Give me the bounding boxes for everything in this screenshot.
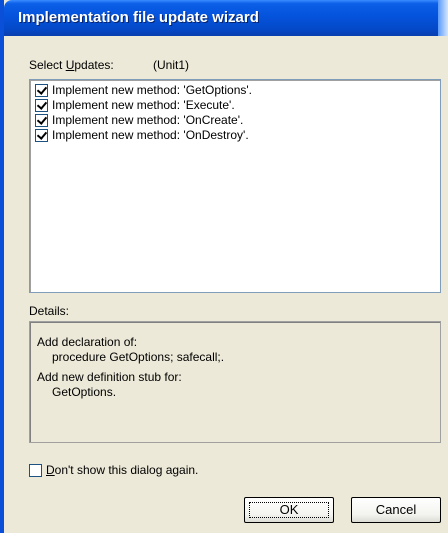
cancel-button[interactable]: Cancel bbox=[351, 497, 441, 523]
update-checkbox[interactable] bbox=[35, 99, 48, 112]
list-item[interactable]: Implement new method: 'GetOptions'. bbox=[35, 83, 252, 98]
select-updates-label: Select Updates: bbox=[29, 58, 114, 72]
details-label: Details: bbox=[29, 304, 70, 318]
update-checkbox[interactable] bbox=[35, 129, 48, 142]
ok-button[interactable]: OK bbox=[244, 497, 334, 523]
title-bar-edge bbox=[438, 0, 448, 36]
update-checkbox[interactable] bbox=[35, 114, 48, 127]
list-item[interactable]: Implement new method: 'OnCreate'. bbox=[35, 113, 243, 128]
window-title: Implementation file update wizard bbox=[18, 9, 259, 26]
ok-button-label: OK bbox=[279, 502, 299, 517]
select-updates-label-prefix: Select bbox=[29, 58, 66, 72]
title-bar[interactable]: Implementation file update wizard bbox=[4, 0, 448, 36]
details-line: GetOptions. bbox=[52, 385, 117, 399]
list-item[interactable]: Implement new method: 'OnDestroy'. bbox=[35, 128, 249, 143]
update-item-label: Implement new method: 'OnCreate'. bbox=[52, 113, 244, 127]
dont-show-again-checkbox[interactable] bbox=[29, 464, 42, 477]
dont-show-rest: on't show this dialog again. bbox=[54, 463, 199, 477]
update-checkbox[interactable] bbox=[35, 84, 48, 97]
update-item-label: Implement new method: 'Execute'. bbox=[52, 98, 235, 112]
details-line: procedure GetOptions; safecall;. bbox=[52, 350, 225, 364]
cancel-button-label: Cancel bbox=[375, 502, 417, 517]
update-item-label: Implement new method: 'OnDestroy'. bbox=[52, 128, 249, 142]
dont-show-again-label: Don't show this dialog again. bbox=[46, 463, 198, 477]
unit-name-label: (Unit1) bbox=[153, 58, 190, 72]
list-item[interactable]: Implement new method: 'Execute'. bbox=[35, 98, 235, 113]
details-panel: Add declaration of: procedure GetOptions… bbox=[29, 321, 441, 443]
update-item-label: Implement new method: 'GetOptions'. bbox=[52, 83, 253, 97]
wizard-dialog: Implementation file update wizard Select… bbox=[0, 0, 448, 533]
dont-show-again-option[interactable]: Don't show this dialog again. bbox=[29, 463, 198, 477]
details-line: Add declaration of: bbox=[37, 335, 138, 349]
details-line: Add new definition stub for: bbox=[37, 370, 182, 384]
dont-show-accel: D bbox=[46, 463, 55, 477]
updates-list[interactable]: Implement new method: 'GetOptions'. Impl… bbox=[29, 79, 441, 293]
select-updates-label-rest: pdates: bbox=[74, 58, 114, 72]
